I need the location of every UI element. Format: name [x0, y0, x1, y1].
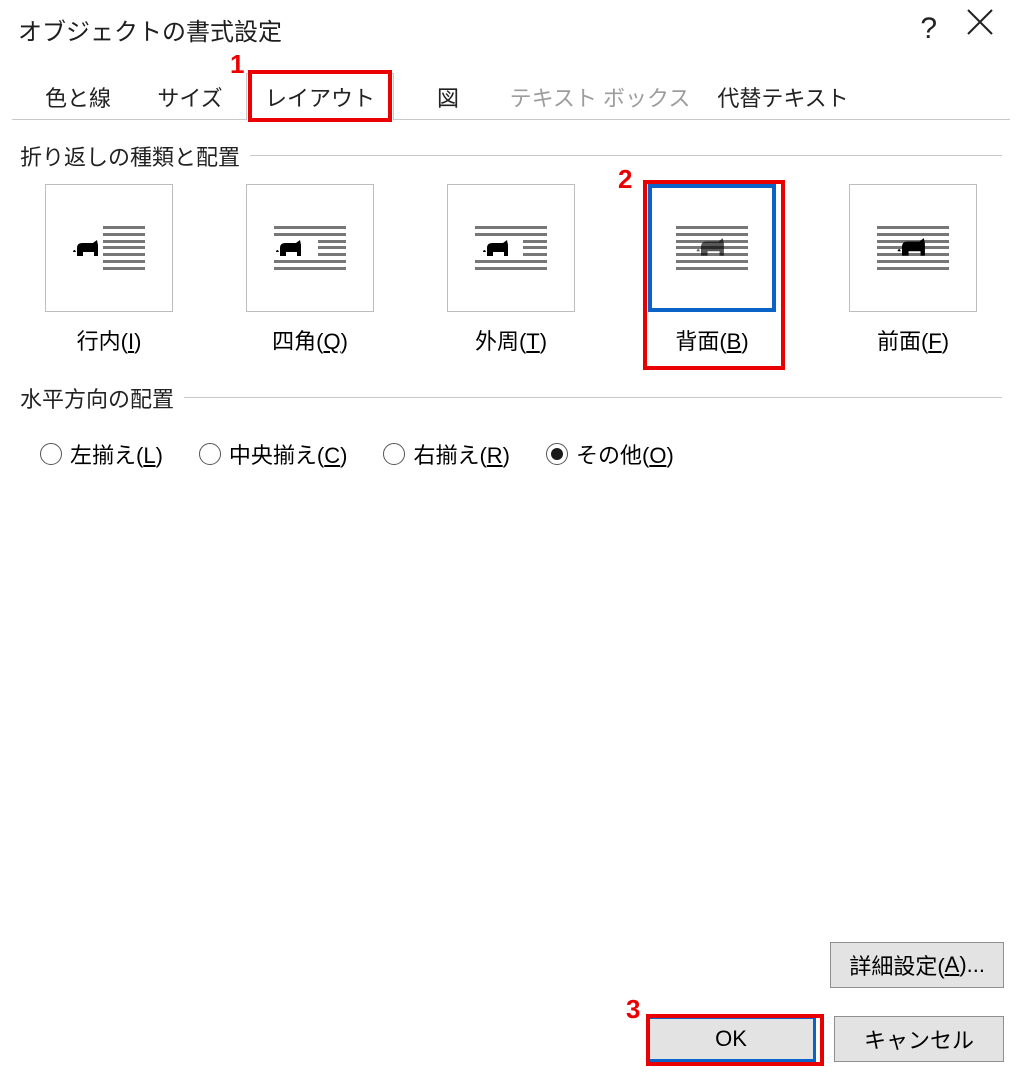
dialog-button-row: OK キャンセル — [646, 1016, 1004, 1062]
wrap-option-inline[interactable]: 行内(I) — [34, 184, 184, 356]
align-other-radio[interactable]: その他(O) — [546, 438, 674, 470]
wrap-option-behind[interactable]: 背面(B) — [637, 184, 787, 356]
tab-alt-text[interactable]: 代替テキスト — [698, 73, 868, 121]
section-alignment-title: 水平方向の配置 — [20, 382, 184, 414]
wrap-options-row: 行内(I) 四角(Q) 外周(T) — [0, 172, 1022, 356]
close-icon — [962, 4, 998, 40]
wrap-option-label: 前面(F) — [838, 324, 988, 356]
align-center-radio[interactable]: 中央揃え(C) — [199, 438, 348, 470]
help-button[interactable]: ? — [920, 12, 937, 46]
wrap-behind-icon — [676, 224, 748, 272]
align-right-radio[interactable]: 右揃え(R) — [383, 438, 510, 470]
tab-textbox: テキスト ボックス — [502, 73, 698, 121]
advanced-button-row: 詳細設定(A)... — [830, 942, 1004, 988]
dialog-titlebar: オブジェクトの書式設定 ? — [0, 0, 1022, 58]
tab-layout[interactable]: レイアウト — [246, 73, 394, 121]
wrap-inline-icon — [73, 224, 145, 272]
wrap-front-icon — [877, 224, 949, 272]
section-wrapping-title: 折り返しの種類と配置 — [20, 140, 250, 172]
section-alignment: 水平方向の配置 — [20, 382, 1002, 414]
wrap-option-label: 外周(T) — [436, 324, 586, 356]
wrap-option-square[interactable]: 四角(Q) — [235, 184, 385, 356]
section-wrapping: 折り返しの種類と配置 — [20, 140, 1002, 172]
wrap-option-label: 背面(B) — [637, 324, 787, 356]
wrap-option-tight[interactable]: 外周(T) — [436, 184, 586, 356]
wrap-option-label: 四角(Q) — [235, 324, 385, 356]
dialog-title: オブジェクトの書式設定 — [18, 12, 282, 47]
tab-size[interactable]: サイズ — [134, 73, 246, 121]
wrap-square-icon — [274, 224, 346, 272]
ok-button[interactable]: OK — [646, 1016, 816, 1062]
tab-picture[interactable]: 図 — [394, 73, 502, 121]
wrap-option-label: 行内(I) — [34, 324, 184, 356]
alignment-options-row: 左揃え(L) 中央揃え(C) 右揃え(R) その他(O) — [0, 414, 1022, 470]
wrap-option-front[interactable]: 前面(F) — [838, 184, 988, 356]
tab-bar: 色と線 サイズ レイアウト 図 テキスト ボックス 代替テキスト — [0, 70, 1022, 120]
cancel-button[interactable]: キャンセル — [834, 1016, 1004, 1062]
tab-color-lines[interactable]: 色と線 — [22, 73, 134, 121]
wrap-tight-icon — [475, 224, 547, 272]
advanced-button[interactable]: 詳細設定(A)... — [830, 942, 1004, 988]
close-button[interactable] — [962, 4, 998, 40]
align-left-radio[interactable]: 左揃え(L) — [40, 438, 163, 470]
annotation-number-3: 3 — [626, 994, 640, 1025]
